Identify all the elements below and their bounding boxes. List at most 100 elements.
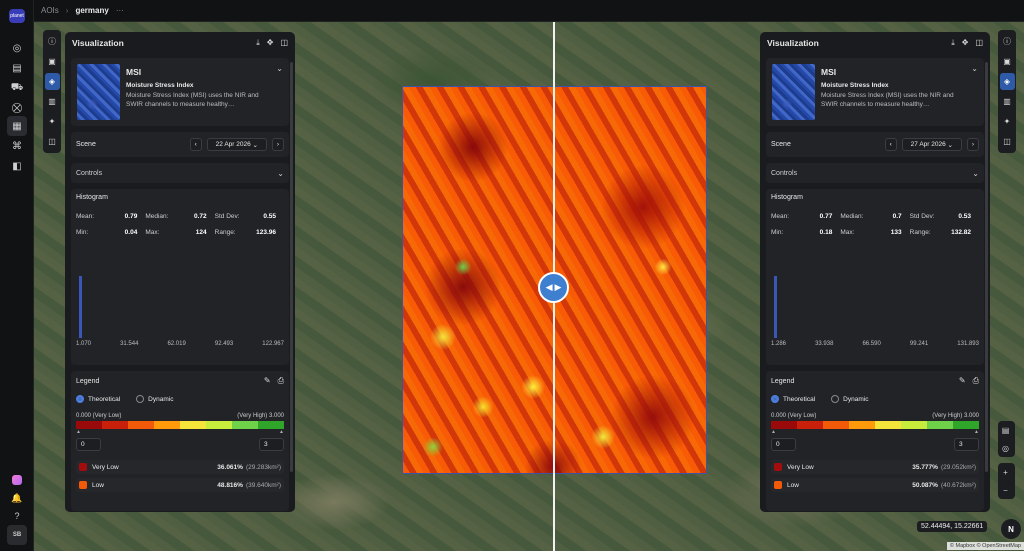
catalog-nav-icon[interactable]: ▤ [7,58,27,78]
image-icon[interactable]: ▣ [1000,53,1015,70]
min-value-input[interactable]: 0 [771,438,796,451]
histogram-axis: 1.070 31.544 62.019 92.493 122.967 [76,341,284,347]
range-low-label: 0.000 (Very Low) [771,413,817,419]
legend-class-row: Very Low 36.061% (29.283km²) [76,460,284,474]
layer-card[interactable]: MSI Moisture Stress Index Moisture Stres… [766,58,984,126]
range-high-label: (Very High) 3.000 [932,413,979,419]
info-icon[interactable]: ⓘ [1000,33,1015,50]
map-nav-icon[interactable]: ▦ [7,116,27,136]
ai-sparkle-icon[interactable]: ✦ [45,113,60,130]
app-logo[interactable]: planet [9,9,25,23]
user-avatar[interactable]: SB [7,525,27,545]
layer-name: MSI [126,67,142,77]
layer-thumbnail [77,64,120,120]
locate-icon[interactable]: ◎ [998,439,1013,457]
zoom-controls: + − [998,463,1015,499]
dynamic-radio[interactable]: Dynamic [136,395,173,403]
zoom-out-button[interactable]: − [998,481,1013,499]
stat-stddev: Std Dev: 0.55 [214,213,276,220]
truck-nav-icon[interactable]: ⛟ [7,78,27,98]
export-icon[interactable]: ⎙ [278,376,284,386]
scene-label: Scene [771,141,791,148]
class-swatch [774,463,782,471]
edit-icon[interactable]: ✎ [959,376,966,386]
scene-date-select[interactable]: 22 Apr 2026 ⌄ [206,138,267,151]
basemap-icon[interactable]: ▤ [998,421,1013,439]
histogram-bar [79,276,82,338]
chevron-down-icon[interactable]: ⌄ [277,169,284,178]
compass-north-button[interactable]: N [1001,519,1021,539]
color-ramp-segment [901,421,927,429]
cart-nav-icon[interactable]: ⛒ [7,98,27,118]
layers-icon[interactable]: ◈ [44,73,60,90]
max-value-input[interactable]: 3 [259,438,284,451]
theoretical-radio[interactable]: Theoretical [771,395,815,403]
controls-section[interactable]: Controls ⌄ [766,163,984,183]
breadcrumb-aois[interactable]: AOIs [41,6,59,15]
max-handle[interactable]: ▲ [279,429,284,435]
previous-scene-button[interactable]: ‹ [884,138,897,151]
split-view-icon[interactable]: ◫ [45,133,60,150]
workflow-nav-icon[interactable]: ⌘ [7,136,27,156]
compare-nav-icon[interactable]: ◧ [7,156,27,176]
max-value-input[interactable]: 3 [954,438,979,451]
collapse-panel-icon[interactable]: ◫ [280,38,288,48]
map-attribution[interactable]: © Mapbox © OpenStreetMap [946,542,1024,550]
right-layer-rail: ⓘ ▣ ◈ ▥ ✦ ◫ [998,30,1016,153]
split-view-icon[interactable]: ◫ [1000,133,1015,150]
chart-icon[interactable]: ▥ [1000,93,1015,110]
color-ramp-segment [76,421,102,429]
chevron-down-icon[interactable]: ⌄ [972,169,979,178]
more-options-button[interactable]: ··· [116,6,124,15]
export-icon[interactable]: ⎙ [973,376,979,386]
stat-stddev: Std Dev: 0.53 [909,213,971,220]
left-nav: planet ◎ ▤ ⛟ ⛒ ▦ ⌘ ◧ 🔔 ? SB [0,0,34,551]
layers-icon[interactable]: ◈ [999,73,1015,90]
breadcrumb-current: germany [75,6,109,15]
legend-class-row: Low 50.087% (40.672km²) [771,478,979,492]
compass-nav-icon[interactable]: ◎ [7,38,27,58]
panel-title: Visualization [767,38,819,48]
color-ramp-segment [258,421,284,429]
download-icon[interactable]: ⤓ [256,38,260,48]
map-tools: ▤ ◎ [998,421,1015,457]
next-scene-button[interactable]: › [966,138,979,151]
stat-max: Max: 133 [840,229,902,236]
breadcrumb-chevron-icon: › [65,6,69,15]
image-icon[interactable]: ▣ [45,53,60,70]
controls-section[interactable]: Controls ⌄ [71,163,289,183]
panel-scrollbar[interactable] [290,62,293,472]
theoretical-radio[interactable]: Theoretical [76,395,120,403]
layer-card[interactable]: MSI Moisture Stress Index Moisture Stres… [71,58,289,126]
split-handle[interactable]: ◀ ▶ [538,272,569,303]
stat-mean: Mean: 0.79 [76,213,138,220]
move-icon[interactable]: ✥ [267,38,274,48]
app-switch-icon[interactable] [7,470,27,490]
chevron-down-icon[interactable]: ⌄ [971,64,978,120]
scene-date-select[interactable]: 27 Apr 2026 ⌄ [901,138,962,151]
panel-scrollbar[interactable] [985,62,988,472]
min-handle[interactable]: ▲ [76,429,81,435]
help-icon[interactable]: ? [7,506,27,526]
color-ramp-segment [823,421,849,429]
min-value-input[interactable]: 0 [76,438,101,451]
move-icon[interactable]: ✥ [962,38,969,48]
download-icon[interactable]: ⤓ [951,38,955,48]
min-handle[interactable]: ▲ [771,429,776,435]
color-ramp-segment [771,421,797,429]
zoom-in-button[interactable]: + [998,463,1013,481]
ai-sparkle-icon[interactable]: ✦ [1000,113,1015,130]
class-swatch [79,463,87,471]
next-scene-button[interactable]: › [271,138,284,151]
edit-icon[interactable]: ✎ [264,376,271,386]
max-handle[interactable]: ▲ [974,429,979,435]
color-ramp-segment [232,421,258,429]
previous-scene-button[interactable]: ‹ [189,138,202,151]
dynamic-radio[interactable]: Dynamic [831,395,868,403]
chevron-down-icon[interactable]: ⌄ [276,64,283,120]
scene-label: Scene [76,141,96,148]
chart-icon[interactable]: ▥ [45,93,60,110]
notifications-icon[interactable]: 🔔 [7,488,27,508]
collapse-panel-icon[interactable]: ◫ [975,38,983,48]
info-icon[interactable]: ⓘ [45,33,60,50]
